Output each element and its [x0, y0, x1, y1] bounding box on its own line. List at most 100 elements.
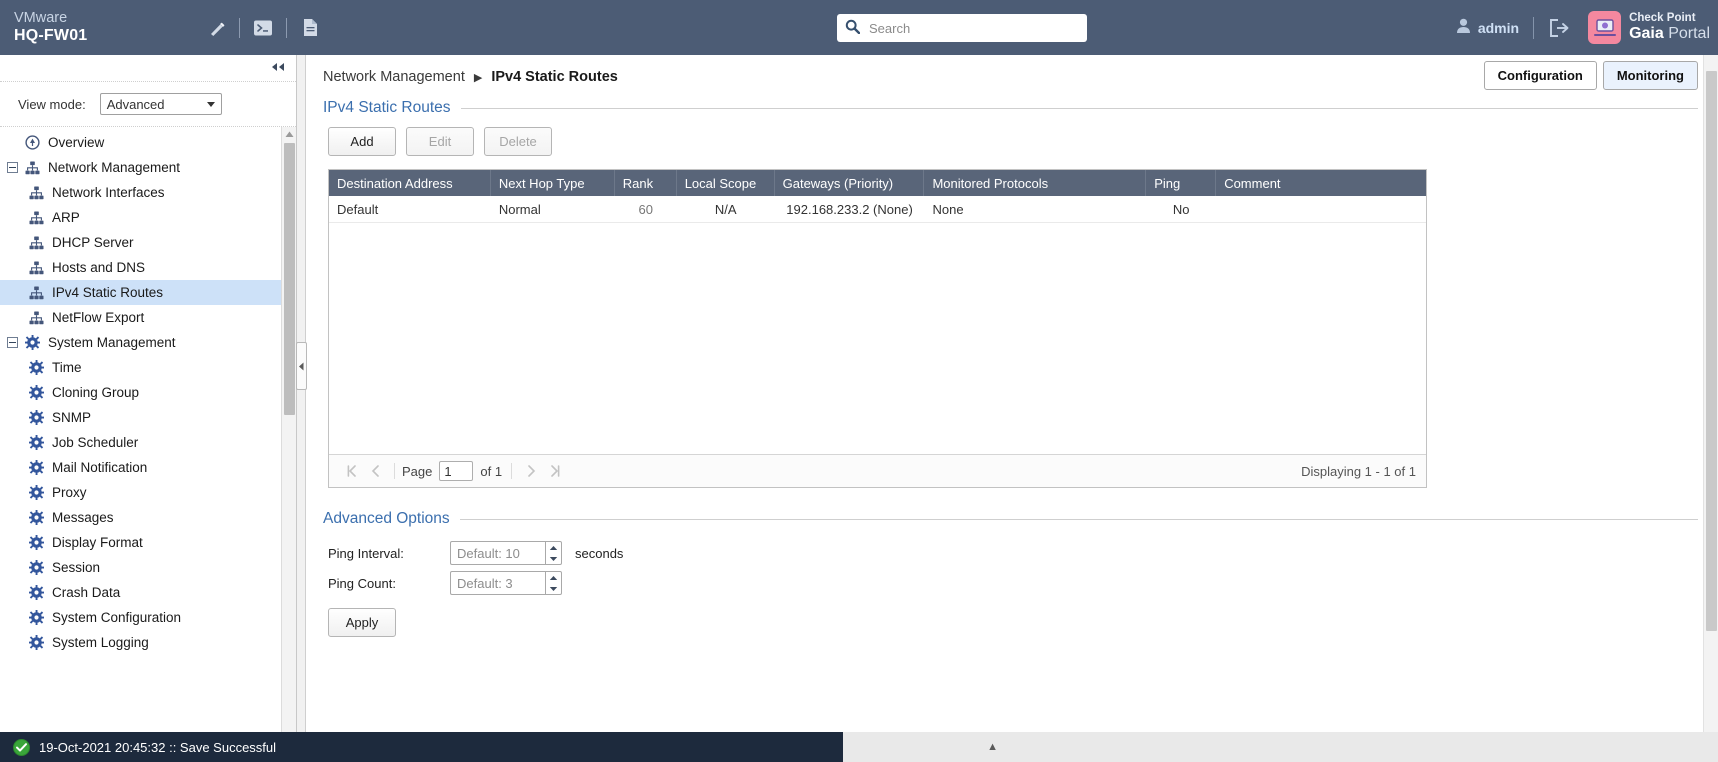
sidebar-item-system-logging[interactable]: System Logging	[0, 630, 296, 655]
view-mode-row: View mode: Advanced	[0, 82, 296, 127]
sidebar-item-label: Cloning Group	[52, 385, 140, 400]
column-header[interactable]: Rank	[615, 170, 677, 196]
sidebar-item-arp[interactable]: ARP	[0, 205, 296, 230]
monitoring-button[interactable]: Monitoring	[1602, 61, 1698, 90]
prev-page-icon[interactable]	[363, 465, 387, 477]
routes-legend-text: IPv4 Static Routes	[323, 99, 451, 116]
main-content: Network Management ▶ IPv4 Static Routes …	[297, 55, 1718, 732]
view-mode-label: View mode:	[18, 96, 86, 112]
first-page-icon[interactable]	[339, 465, 363, 477]
add-button[interactable]: Add	[328, 127, 396, 156]
sidebar-item-proxy[interactable]: Proxy	[0, 480, 296, 505]
sidebar-item-network-management[interactable]: Network Management	[0, 155, 296, 180]
configuration-button[interactable]: Configuration	[1483, 61, 1597, 90]
sidebar-item-label: Job Scheduler	[52, 435, 139, 450]
sidebar-item-label: Overview	[48, 135, 105, 150]
collapse-sidebar-icon[interactable]	[270, 61, 286, 75]
routes-section: IPv4 Static Routes Add Edit Delete Desti…	[297, 99, 1718, 637]
sidebar-item-label: Crash Data	[52, 585, 121, 600]
delete-button[interactable]: Delete	[484, 127, 552, 156]
page-input[interactable]	[439, 461, 474, 481]
sidebar-item-label: Time	[52, 360, 82, 375]
sidebar-item-messages[interactable]: Messages	[0, 505, 296, 530]
apply-button[interactable]: Apply	[328, 608, 396, 637]
sidebar-item-dhcp-server[interactable]: DHCP Server	[0, 230, 296, 255]
sidebar-nav-scroll: Overview Network Management Network Interf…	[0, 127, 296, 732]
last-page-icon[interactable]	[543, 465, 567, 477]
logo-gaia: Gaia	[1629, 24, 1664, 42]
edit-button[interactable]: Edit	[406, 127, 474, 156]
sidebar-item-system-management[interactable]: System Management	[0, 330, 296, 355]
column-header[interactable]: Monitored Protocols	[924, 170, 1147, 196]
column-header[interactable]: Destination Address	[329, 170, 491, 196]
spinner-down-icon[interactable]	[546, 553, 561, 564]
column-header[interactable]: Ping	[1146, 170, 1217, 196]
sidebar-item-display-format[interactable]: Display Format	[0, 530, 296, 555]
sidebar-item-overview[interactable]: Overview	[0, 130, 296, 155]
sidebar-item-label: Hosts and DNS	[52, 260, 146, 275]
column-header[interactable]: Local Scope	[677, 170, 775, 196]
sidebar-item-snmp[interactable]: SNMP	[0, 405, 296, 430]
logout-icon[interactable]	[1548, 18, 1570, 38]
pager-divider	[394, 463, 395, 479]
view-mode-select[interactable]: Advanced	[99, 93, 222, 115]
sidebar-item-cloning-group[interactable]: Cloning Group	[0, 380, 296, 405]
ping-interval-stepper[interactable]	[450, 541, 562, 565]
spinner-up-icon[interactable]	[546, 542, 561, 553]
ping-count-stepper[interactable]	[450, 571, 562, 595]
checkpoint-mark-icon	[1588, 11, 1622, 44]
collapse-toggle-icon[interactable]	[7, 337, 18, 348]
sidebar-item-label: System Logging	[52, 635, 149, 650]
cell-comment	[1216, 196, 1426, 223]
column-header[interactable]: Comment	[1216, 170, 1426, 196]
scroll-up-icon[interactable]	[282, 127, 296, 142]
sidebar-item-label: Network Interfaces	[52, 185, 165, 200]
sidebar-item-mail-notification[interactable]: Mail Notification	[0, 455, 296, 480]
gear-icon	[26, 360, 46, 375]
main-scrollbar[interactable]	[1703, 55, 1718, 732]
spinner-up-icon[interactable]	[546, 572, 561, 583]
sidebar-item-label: Network Management	[48, 160, 181, 175]
breadcrumb-parent[interactable]: Network Management	[323, 69, 465, 85]
sidebar-item-session[interactable]: Session	[0, 555, 296, 580]
next-page-icon[interactable]	[519, 465, 543, 477]
sidebar-item-netflow-export[interactable]: NetFlow Export	[0, 305, 296, 330]
splitter-handle[interactable]	[296, 342, 307, 390]
column-header[interactable]: Next Hop Type	[491, 170, 615, 196]
sidebar-item-crash-data[interactable]: Crash Data	[0, 580, 296, 605]
search-box[interactable]	[837, 14, 1087, 42]
sidebar-item-label: IPv4 Static Routes	[52, 285, 164, 300]
main-scroll-thumb[interactable]	[1706, 71, 1717, 631]
gear-icon	[26, 485, 46, 500]
overview-icon	[22, 135, 42, 150]
sidebar-item-job-scheduler[interactable]: Job Scheduler	[0, 430, 296, 455]
sidebar-item-hosts-and-dns[interactable]: Hosts and DNS	[0, 255, 296, 280]
mode-button-group: Configuration Monitoring	[1483, 61, 1698, 90]
toolbar-divider	[239, 17, 240, 38]
terminal-icon[interactable]	[246, 11, 280, 45]
sidebar-item-ipv4-static-routes[interactable]: IPv4 Static Routes	[0, 280, 296, 305]
search-input[interactable]	[867, 19, 1079, 37]
ping-interval-input[interactable]	[450, 541, 545, 565]
column-header[interactable]: Gateways (Priority)	[775, 170, 925, 196]
collapse-toggle-icon[interactable]	[7, 162, 18, 173]
spinner-down-icon[interactable]	[546, 583, 561, 594]
sidebar-item-network-interfaces[interactable]: Network Interfaces	[0, 180, 296, 205]
document-icon[interactable]	[293, 11, 327, 45]
ping-count-input[interactable]	[450, 571, 545, 595]
table-row[interactable]: Default Normal 60 N/A 192.168.233.2 (None) No…	[329, 196, 1426, 223]
gear-icon	[22, 335, 42, 350]
sidebar-item-label: Mail Notification	[52, 460, 148, 475]
user-menu[interactable]: admin	[1456, 18, 1519, 37]
sidebar-scroll-thumb[interactable]	[284, 143, 295, 415]
routes-grid-body: Default Normal 60 N/A 192.168.233.2 (None) No…	[329, 196, 1426, 454]
wrench-icon[interactable]	[199, 11, 233, 45]
sidebar-splitter[interactable]	[296, 55, 307, 732]
gear-icon	[26, 560, 46, 575]
sidebar-scrollbar[interactable]	[281, 127, 296, 732]
user-icon	[1456, 18, 1471, 37]
sidebar-item-system-configuration[interactable]: System Configuration	[0, 605, 296, 630]
checkpoint-logo[interactable]: Check Point Gaia Portal	[1588, 11, 1710, 44]
sidebar-item-time[interactable]: Time	[0, 355, 296, 380]
status-expand-icon[interactable]: ▲	[987, 741, 1708, 753]
